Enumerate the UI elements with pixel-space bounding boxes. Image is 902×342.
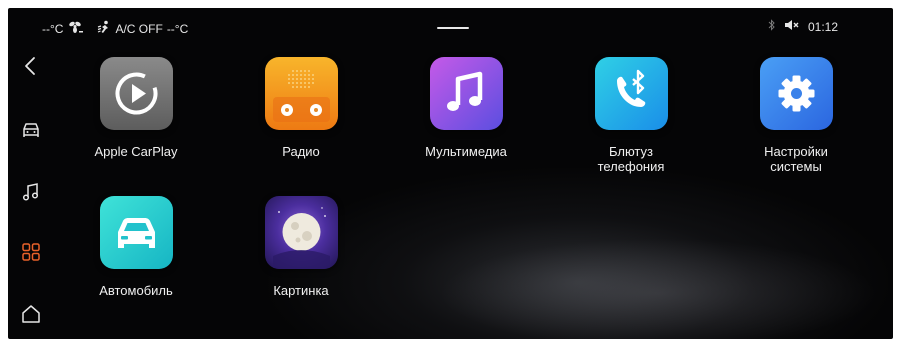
- bluetooth-icon: [768, 19, 776, 34]
- app-radio[interactable]: Радио: [236, 57, 366, 159]
- app-picture[interactable]: Картинка: [236, 196, 366, 298]
- app-label: Apple CarPlay: [94, 144, 178, 159]
- sidebar-item-music[interactable]: [20, 181, 42, 203]
- music-note-icon: [429, 57, 503, 130]
- moon-picture-icon: [264, 196, 338, 269]
- app-label: Радио: [282, 144, 320, 159]
- chevron-left-icon: [25, 57, 35, 75]
- volume-mute-icon: [784, 19, 800, 34]
- app-label: Настройки системы: [764, 144, 828, 174]
- back-button[interactable]: [20, 55, 42, 77]
- car-icon: [23, 123, 39, 137]
- app-label: Автомобиль: [99, 283, 173, 298]
- temp-left: --°C: [42, 21, 64, 36]
- gear-icon: [759, 57, 833, 130]
- sidebar-item-car[interactable]: [20, 118, 42, 140]
- app-multimedia[interactable]: Мультимедиа: [401, 57, 531, 159]
- ac-status: A/C OFF: [115, 21, 163, 36]
- climate-status[interactable]: --°C A/C OFF --°C: [42, 20, 188, 37]
- sidebar-item-apps[interactable]: [20, 241, 42, 263]
- sidebar-item-home[interactable]: [20, 303, 42, 325]
- app-vehicle[interactable]: Автомобиль: [71, 196, 201, 298]
- app-apple-carplay[interactable]: Apple CarPlay: [71, 57, 201, 159]
- status-bar: --°C A/C OFF --°C 01:12: [8, 8, 893, 42]
- app-label: Мультимедиа: [425, 144, 507, 159]
- fan-icon: [67, 20, 84, 37]
- head-unit-screen: --°C A/C OFF --°C 01:12 Apple CarPlay Ра…: [8, 8, 893, 339]
- app-label: Блютуз телефония: [597, 144, 665, 174]
- car-icon: [99, 196, 173, 269]
- radio-icon: [264, 57, 338, 130]
- clock: 01:12: [808, 19, 839, 34]
- status-indicators: 01:12: [768, 19, 838, 34]
- airflow-icon: [97, 20, 111, 37]
- home-icon: [22, 305, 40, 323]
- apps-grid-icon: [22, 243, 40, 261]
- background-glow-floor: [438, 238, 878, 339]
- drag-handle[interactable]: [437, 27, 469, 29]
- carplay-icon: [99, 57, 173, 130]
- app-system-settings[interactable]: Настройки системы: [731, 57, 861, 174]
- bluetooth-phone-icon: [594, 57, 668, 130]
- music-note-icon: [22, 183, 39, 201]
- app-label: Картинка: [273, 283, 329, 298]
- temp-right: --°C: [166, 21, 189, 36]
- app-bluetooth-phone[interactable]: Блютуз телефония: [566, 57, 696, 174]
